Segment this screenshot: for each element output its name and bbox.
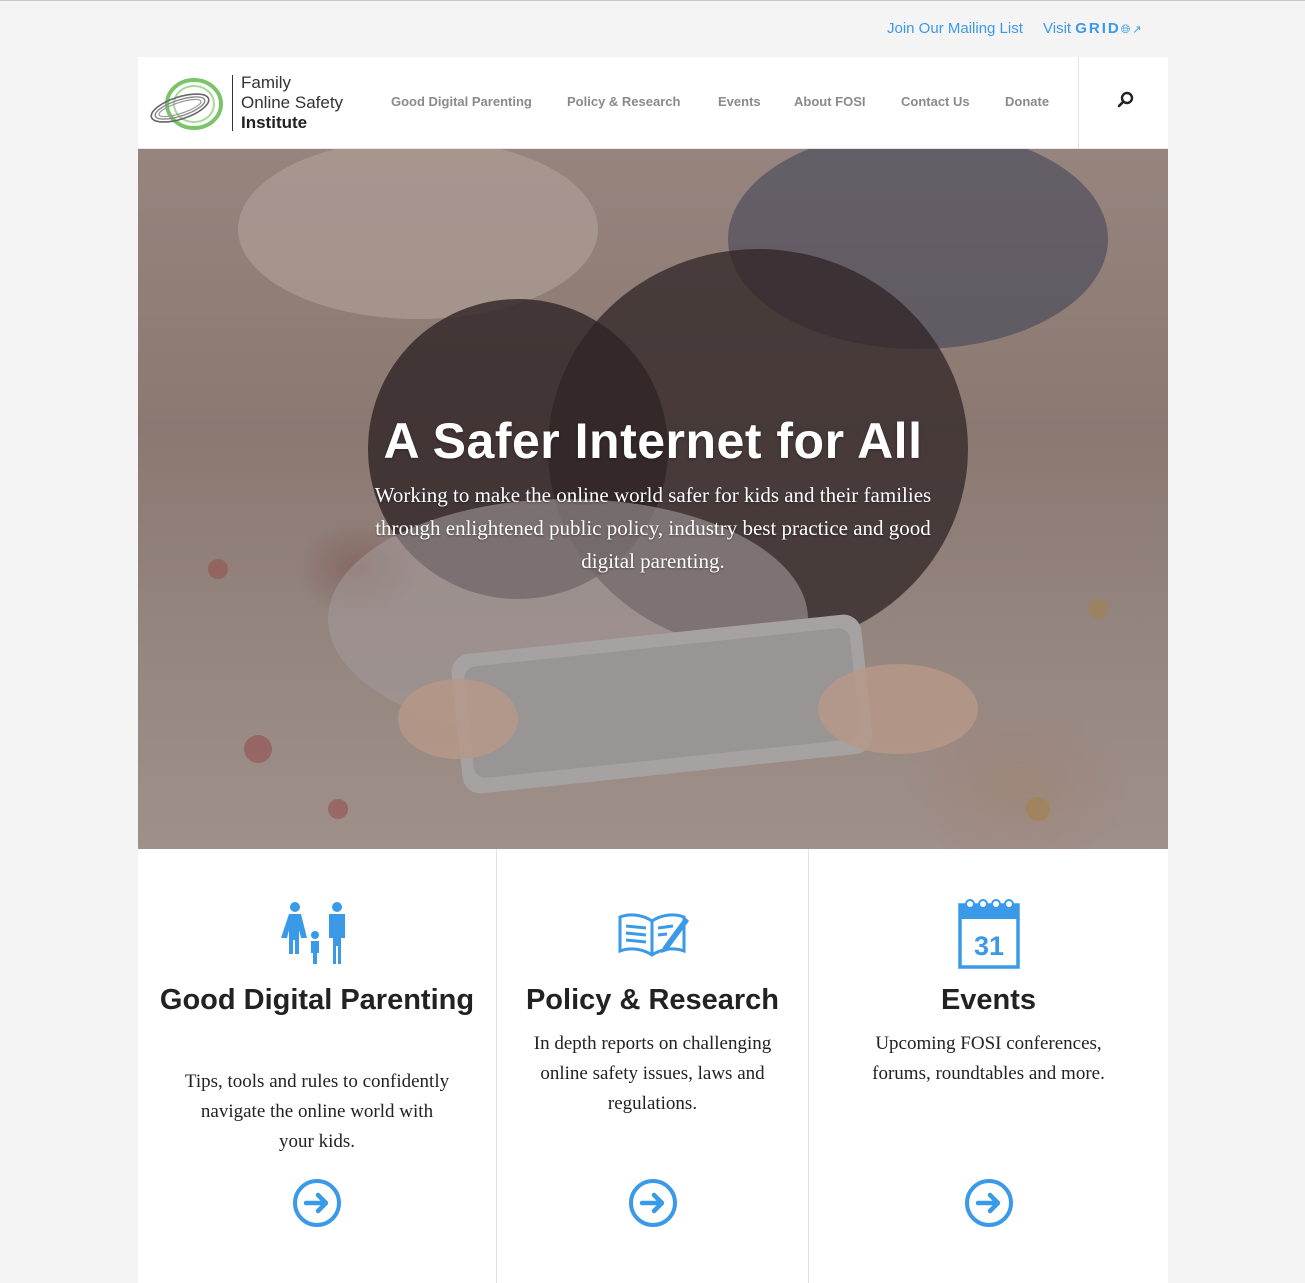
grid-label: GRID (1075, 20, 1121, 37)
feature-description: Tips, tools and rules to confidently nav… (184, 1071, 450, 1152)
top-border (0, 0, 1305, 1)
calendar-day-label: 31 (973, 931, 1003, 961)
feature-policy-research: Policy & Research In depth reports on ch… (496, 849, 808, 1283)
feature-title: Events (940, 984, 1037, 1016)
feature-description: Upcoming FOSI conferences, forums, round… (872, 1033, 1105, 1084)
nav-good-digital-parenting[interactable]: Good Digital Parenting (391, 93, 532, 111)
nav-contact-us[interactable]: Contact Us (901, 93, 970, 111)
calendar-icon: 31 (957, 899, 1020, 969)
search-icon (1117, 91, 1134, 108)
logo-line-family: Family (241, 73, 292, 92)
visit-label: Visit (1043, 20, 1072, 37)
visit-grid-link[interactable]: Visit GRID🌐︎ ↗ (1043, 18, 1142, 41)
mailing-list-link[interactable]: Join Our Mailing List (887, 18, 1023, 40)
logo-line-institute: Institute (241, 113, 308, 132)
arrow-circle-right-icon[interactable] (292, 1178, 342, 1228)
arrow-circle-right-icon[interactable] (628, 1178, 678, 1228)
hero-subtitle: Working to make the online world safer f… (374, 483, 932, 573)
nav-events[interactable]: Events (718, 93, 761, 111)
book-pencil-icon (618, 913, 689, 957)
nav-donate[interactable]: Donate (1005, 93, 1049, 111)
feature-title: Policy & Research (525, 984, 780, 1016)
site-header: Family Online Safety Institute Good Digi… (138, 57, 1168, 149)
globe-icon: 🌐︎ (1120, 22, 1131, 36)
feature-description: In depth reports on challenging online s… (533, 1033, 772, 1114)
feature-columns: Good Digital Parenting Tips, tools and r… (138, 849, 1168, 1283)
family-icon (281, 902, 345, 964)
hero-banner: A Safer Internet for All Working to make… (138, 149, 1168, 849)
logo-swirl-icon (150, 78, 223, 130)
nav-about-fosi[interactable]: About FOSI (794, 93, 866, 111)
hero-title: A Safer Internet for All (383, 413, 923, 469)
utility-bar: Join Our Mailing List Visit GRID🌐︎ ↗ (0, 18, 1305, 40)
feature-events: 31 Events Upcoming FOSI conferences, for… (808, 849, 1168, 1283)
nav-policy-research[interactable]: Policy & Research (567, 93, 680, 111)
feature-good-digital-parenting: Good Digital Parenting Tips, tools and r… (138, 849, 496, 1283)
search-button[interactable] (1078, 57, 1168, 149)
arrow-circle-right-icon[interactable] (964, 1178, 1014, 1228)
feature-title: Good Digital Parenting (159, 984, 475, 1016)
logo-line-online-safety: Online Safety (241, 93, 344, 112)
logo[interactable]: Family Online Safety Institute (150, 73, 360, 135)
logo-divider (232, 75, 233, 131)
logo-wordmark: Family Online Safety Institute (241, 73, 343, 133)
external-link-icon: ↗ (1132, 24, 1142, 36)
